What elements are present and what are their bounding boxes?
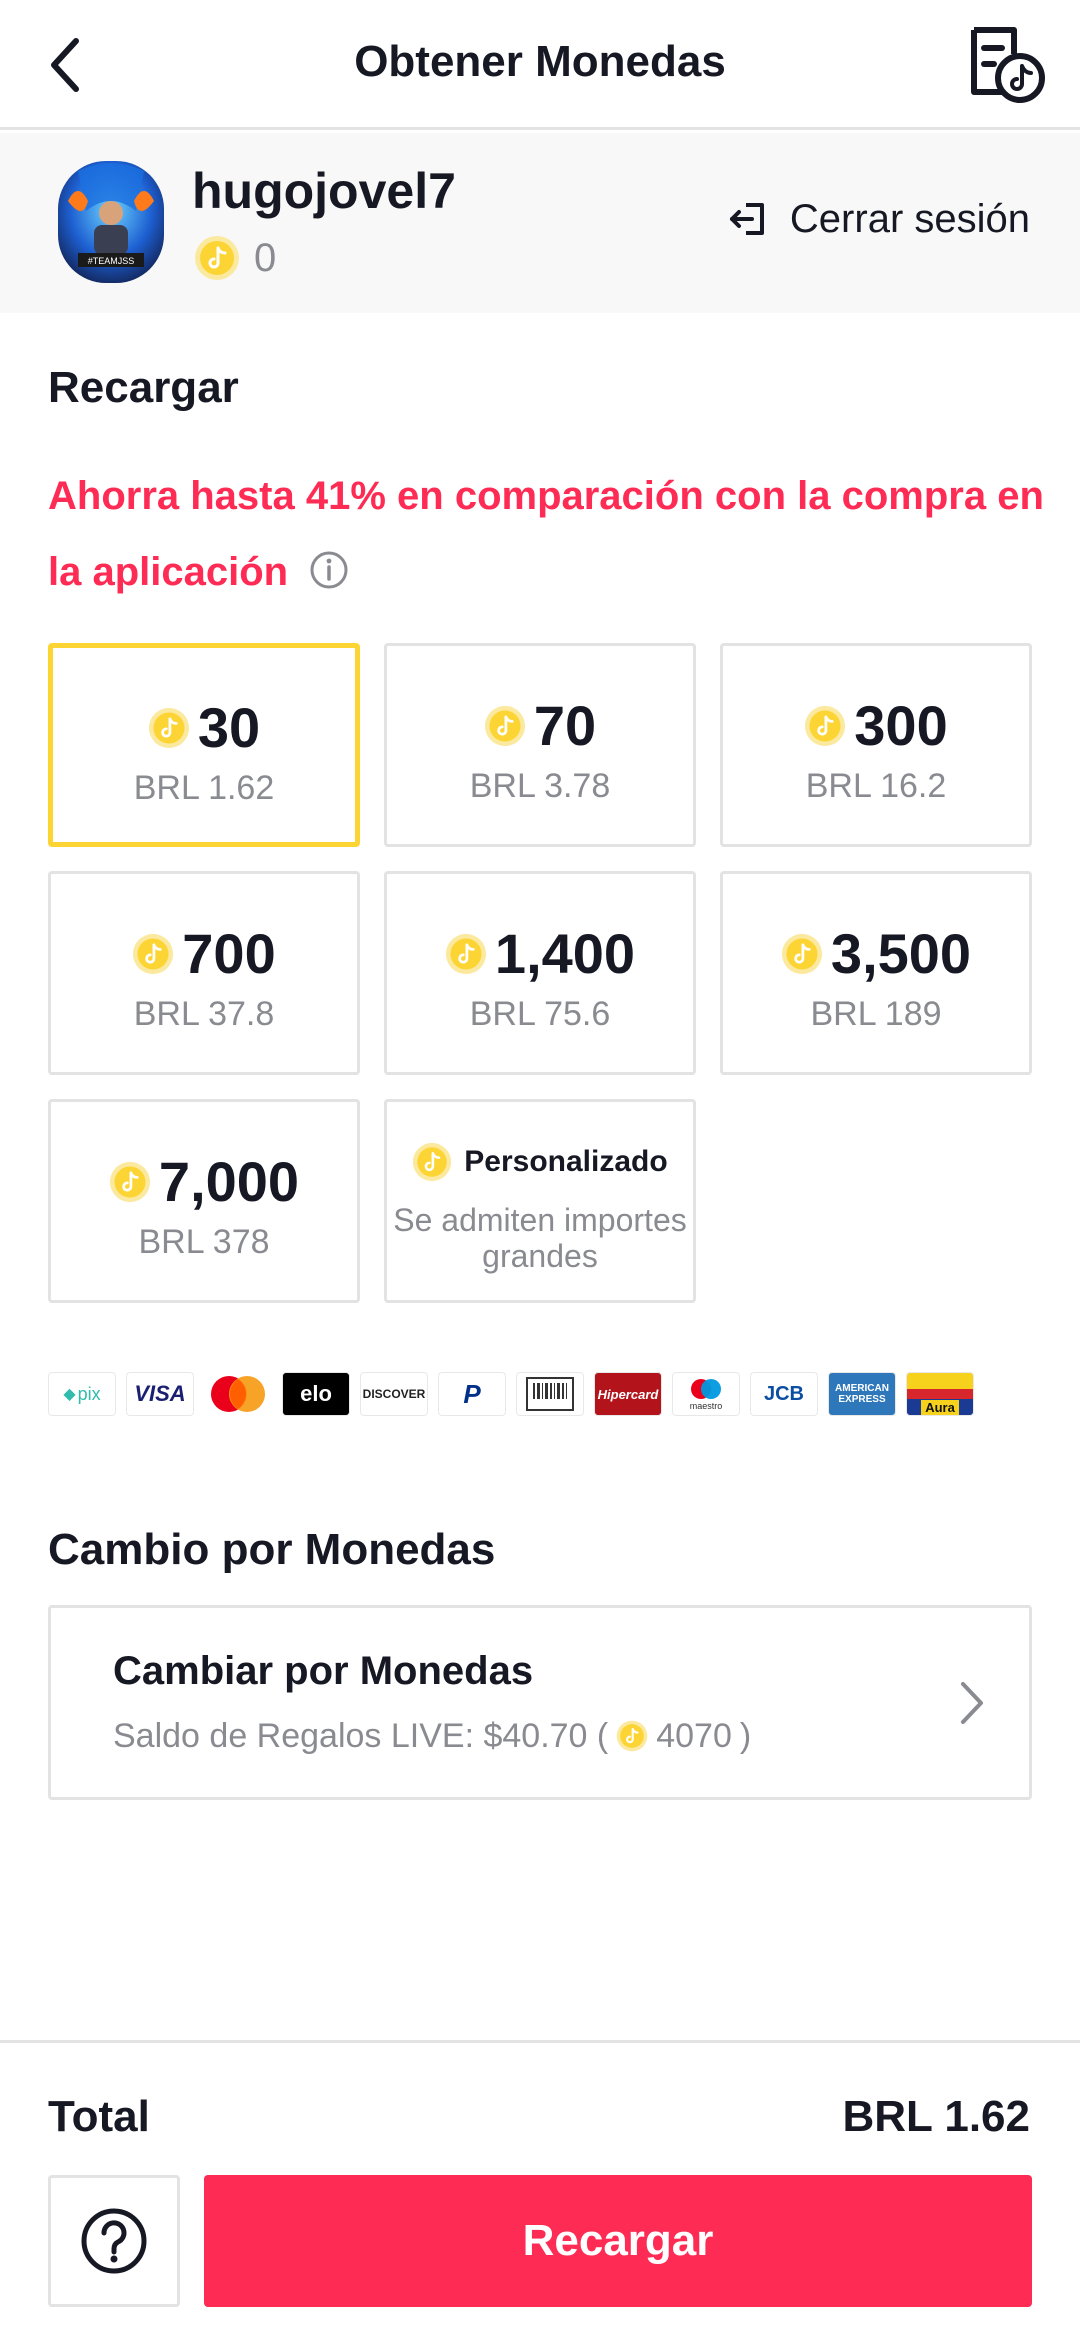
aura-logo: Aura	[906, 1372, 974, 1416]
coin-package-tile[interactable]: 70 BRL 3.78	[384, 643, 696, 847]
page-title: Obtener Monedas	[354, 37, 726, 86]
coin-icon	[133, 933, 174, 975]
custom-amount-row: Personalizado	[387, 1142, 693, 1182]
logout-icon	[729, 203, 764, 235]
coin-package-price: BRL 378	[138, 1223, 270, 1261]
live-gifts-balance-prefix: Saldo de Regalos LIVE: $40.70 (	[113, 1717, 609, 1755]
transaction-history-button[interactable]	[966, 24, 1046, 104]
coin-package-amount: 700	[182, 922, 276, 985]
coin-package-price: BRL 189	[810, 995, 942, 1033]
coin-package-amount-row: 300	[723, 694, 1029, 758]
payment-methods: ◆ pix VISA elo DISCOVER P Hipercard maest…	[48, 1372, 974, 1416]
coin-icon	[148, 707, 189, 749]
profile-card: #TEAMJSS hugojovel7 0 Cerrar sesión	[0, 133, 1080, 313]
pix-text: pix	[77, 1383, 101, 1404]
coin-package-amount: 70	[533, 694, 597, 757]
question-icon	[81, 2208, 147, 2274]
coin-icon	[109, 1161, 151, 1203]
promo-text: Ahorra hasta 41% en comparación con la c…	[48, 458, 1048, 610]
coin-icon	[616, 1720, 648, 1752]
coin-package-tile[interactable]: 1,400 BRL 75.6	[384, 871, 696, 1075]
live-gifts-balance: Saldo de Regalos LIVE: $40.70 ( 4070 )	[113, 1714, 751, 1758]
jcb-logo: JCB	[750, 1372, 818, 1416]
coin-package-price: BRL 75.6	[469, 995, 611, 1033]
top-bar: Obtener Monedas	[0, 0, 1080, 130]
recharge-section-title: Recargar	[48, 363, 239, 412]
checkout-footer: Total BRL 1.62 Recargar	[0, 2040, 1080, 2340]
custom-amount-label: Personalizado	[464, 1145, 668, 1178]
custom-amount-tile[interactable]: Personalizado Se admiten importes grandes	[384, 1099, 696, 1303]
coin-icon	[805, 705, 846, 747]
exchange-coins-card[interactable]: Cambiar por Monedas Saldo de Regalos LIV…	[48, 1605, 1032, 1800]
coin-balance: 0	[194, 233, 276, 283]
coin-package-amount: 1,400	[494, 922, 636, 985]
live-gifts-balance-suffix: )	[739, 1717, 752, 1755]
coin-package-tile[interactable]: 7,000 BRL 378	[48, 1099, 360, 1303]
avatar-caption: #TEAMJSS	[88, 256, 135, 266]
coin-icon	[484, 705, 525, 747]
coin-balance-value: 0	[254, 236, 277, 280]
coin-package-amount-row: 7,000	[51, 1150, 357, 1214]
coin-package-price: BRL 16.2	[805, 767, 947, 805]
exchange-section-title: Cambio por Monedas	[48, 1525, 496, 1574]
boleto-logo	[516, 1372, 584, 1416]
help-button[interactable]	[48, 2175, 180, 2307]
coin-package-amount-row: 1,400	[387, 922, 693, 986]
amex-logo: AMERICAN EXPRESS	[828, 1372, 896, 1416]
total-label: Total	[48, 2092, 150, 2141]
pix-logo: ◆ pix	[48, 1372, 116, 1416]
promo-label: Ahorra hasta 41% en comparación con la c…	[48, 474, 1044, 594]
receipt-tiktok-icon	[971, 27, 1045, 103]
coin-icon	[195, 236, 239, 280]
total-value: BRL 1.62	[842, 2092, 1031, 2141]
visa-logo: VISA	[126, 1372, 194, 1416]
logout-button[interactable]: Cerrar sesión	[728, 191, 1030, 247]
coin-package-tile[interactable]: 3,500 BRL 189	[720, 871, 1032, 1075]
coin-package-amount: 3,500	[830, 922, 972, 985]
paypal-logo: P	[438, 1372, 506, 1416]
coin-package-price: BRL 37.8	[133, 995, 275, 1033]
coin-package-tile[interactable]: 700 BRL 37.8	[48, 871, 360, 1075]
avatar: #TEAMJSS	[58, 161, 164, 283]
maestro-text: maestro	[689, 1401, 723, 1411]
aura-text: Aura	[921, 1400, 959, 1415]
coin-package-amount: 7,000	[158, 1150, 300, 1213]
username: hugojovel7	[192, 163, 456, 219]
coin-icon	[413, 1142, 452, 1182]
coin-package-tile[interactable]: 30 BRL 1.62	[48, 643, 360, 847]
logout-label: Cerrar sesión	[789, 197, 1030, 241]
live-gifts-balance-coins: 4070	[656, 1717, 732, 1755]
mastercard-logo	[204, 1372, 272, 1416]
coin-package-amount-row: 70	[387, 694, 693, 758]
info-icon[interactable]	[309, 550, 349, 590]
coin-package-amount: 30	[197, 696, 261, 759]
discover-logo: DISCOVER	[360, 1372, 428, 1416]
exchange-card-title: Cambiar por Monedas	[113, 1649, 534, 1693]
coin-icon	[445, 933, 487, 975]
maestro-logo: maestro	[672, 1372, 740, 1416]
coin-icon	[781, 933, 823, 975]
coin-package-amount-row: 3,500	[723, 922, 1029, 986]
coin-package-price: BRL 1.62	[133, 769, 275, 807]
recharge-button[interactable]: Recargar	[204, 2175, 1032, 2307]
coin-package-tile[interactable]: 300 BRL 16.2	[720, 643, 1032, 847]
coin-package-amount-row: 30	[53, 696, 355, 760]
chevron-right-icon	[961, 1682, 983, 1724]
hipercard-logo: Hipercard	[594, 1372, 662, 1416]
coin-package-amount: 300	[854, 694, 948, 757]
coin-package-amount-row: 700	[51, 922, 357, 986]
coin-package-price: BRL 3.78	[469, 767, 611, 805]
custom-amount-subtitle: Se admiten importes grandes	[393, 1202, 687, 1274]
elo-logo: elo	[282, 1372, 350, 1416]
